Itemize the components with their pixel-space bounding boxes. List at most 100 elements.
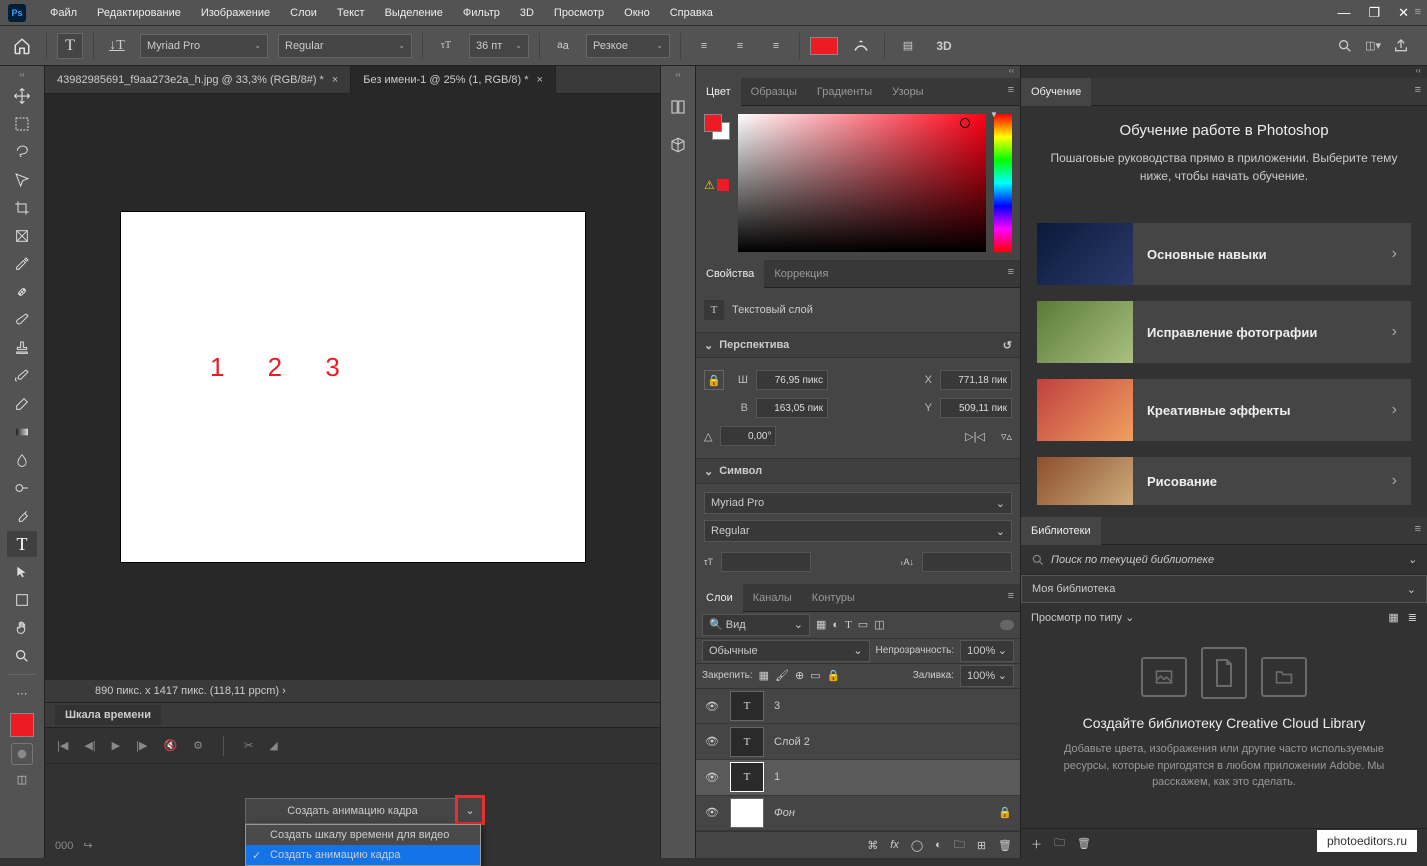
canvas-viewport[interactable]: 1 2 3: [45, 94, 660, 680]
y-input[interactable]: [940, 398, 1012, 418]
list-view-icon[interactable]: ≣: [1408, 612, 1417, 624]
panel-menu-icon[interactable]: ≡: [1415, 84, 1421, 96]
height-input[interactable]: [756, 398, 828, 418]
learn-card[interactable]: Рисование›: [1037, 457, 1411, 505]
lock-all-icon[interactable]: 🔒: [827, 669, 841, 682]
panel-menu-icon[interactable]: ≡: [1008, 590, 1014, 602]
timeline-next-frame-icon[interactable]: |▶: [136, 739, 147, 752]
char-panel-icon[interactable]: ▤: [895, 33, 921, 59]
library-search[interactable]: Поиск по текущей библиотеке ⌄: [1021, 545, 1427, 575]
workspace-switcher-icon[interactable]: ◫▾: [1365, 39, 1381, 52]
layer-row[interactable]: 👁Фон🔒: [696, 796, 1020, 832]
path-select-tool[interactable]: [7, 559, 37, 585]
menu-3d[interactable]: 3D: [510, 0, 544, 26]
quick-mask-icon[interactable]: [11, 743, 33, 765]
tab-libraries[interactable]: Библиотеки: [1021, 517, 1101, 545]
fill-input[interactable]: 100%⌄: [960, 665, 1014, 687]
menu-select[interactable]: Выделение: [375, 0, 453, 26]
tab-swatches[interactable]: Образцы: [741, 78, 807, 106]
character-accordion[interactable]: ⌄Символ: [696, 458, 1020, 484]
search-icon[interactable]: [1337, 38, 1353, 54]
char-leading-input[interactable]: [922, 552, 1012, 572]
new-layer-icon[interactable]: ⊞: [977, 839, 986, 852]
tab-patterns[interactable]: Узоры: [882, 78, 933, 106]
blend-mode-dropdown[interactable]: Обычные⌄: [702, 640, 870, 662]
quick-select-tool[interactable]: [7, 167, 37, 193]
timeline-convert-icon[interactable]: ↪: [83, 839, 92, 852]
text-color-swatch[interactable]: [810, 37, 838, 55]
create-timeline-button[interactable]: Создать анимацию кадра ⌄: [245, 798, 460, 824]
panel-icon-3d[interactable]: [665, 132, 691, 158]
font-family-dropdown[interactable]: Myriad Pro⌄: [140, 34, 268, 58]
layer-style-icon[interactable]: fx: [890, 839, 899, 851]
window-close-icon[interactable]: ✕: [1398, 5, 1409, 21]
tab-gradients[interactable]: Градиенты: [807, 78, 882, 106]
font-size-dropdown[interactable]: 36 пт⌄: [469, 34, 529, 58]
angle-input[interactable]: [720, 426, 776, 446]
timeline-play-icon[interactable]: ▶: [112, 739, 120, 752]
panel-menu-icon[interactable]: ≡: [1415, 6, 1421, 18]
visibility-icon[interactable]: 👁: [704, 700, 720, 713]
marquee-tool[interactable]: [7, 111, 37, 137]
width-input[interactable]: [756, 370, 828, 390]
menu-edit[interactable]: Редактирование: [87, 0, 191, 26]
timeline-settings-icon[interactable]: ⚙: [193, 739, 203, 752]
chevron-down-icon[interactable]: ⌄: [1125, 612, 1134, 624]
libraries-sync-icon[interactable]: 🗀: [1054, 834, 1065, 853]
canvas[interactable]: 1 2 3: [121, 212, 585, 562]
brush-tool[interactable]: [7, 307, 37, 333]
history-brush-tool[interactable]: [7, 363, 37, 389]
expand-strip-icon[interactable]: ‹‹: [661, 70, 695, 82]
toolbox-expand-icon[interactable]: ››: [0, 70, 44, 82]
learn-card[interactable]: Креативные эффекты›: [1037, 379, 1411, 441]
library-dropdown[interactable]: Моя библиотека⌄: [1021, 575, 1427, 603]
learn-card[interactable]: Исправление фотографии›: [1037, 301, 1411, 363]
timeline-audio-icon[interactable]: 🔇: [163, 739, 177, 752]
reset-icon[interactable]: ↺: [1003, 339, 1012, 352]
panel-menu-icon[interactable]: ≡: [1415, 523, 1421, 535]
gradient-tool[interactable]: [7, 419, 37, 445]
warp-text-icon[interactable]: [848, 33, 874, 59]
filter-toggle[interactable]: [1000, 620, 1014, 630]
filter-type-icon[interactable]: T: [845, 619, 852, 631]
delete-layer-icon[interactable]: 🗑: [998, 839, 1012, 852]
menu-image[interactable]: Изображение: [191, 0, 280, 26]
panel-menu-icon[interactable]: ≡: [1008, 266, 1014, 278]
shape-tool[interactable]: [7, 587, 37, 613]
tab-adjustments[interactable]: Коррекция: [764, 260, 838, 288]
home-icon[interactable]: [8, 32, 36, 60]
move-tool[interactable]: [7, 83, 37, 109]
timeline-first-frame-icon[interactable]: |◀: [57, 739, 68, 752]
layer-row[interactable]: 👁TСлой 2: [696, 724, 1020, 760]
blur-tool[interactable]: [7, 447, 37, 473]
align-left-icon[interactable]: ≡: [691, 33, 717, 59]
add-to-library-icon[interactable]: ＋: [1031, 836, 1042, 852]
tab-paths[interactable]: Контуры: [802, 584, 865, 612]
link-layers-icon[interactable]: ⌘: [867, 839, 878, 852]
menu-filter[interactable]: Фильтр: [453, 0, 510, 26]
filter-smart-icon[interactable]: ◫: [874, 618, 884, 631]
menu-window[interactable]: Окно: [614, 0, 660, 26]
document-tab[interactable]: 43982985691_f9aa273e2a_h.jpg @ 33,3% (RG…: [45, 66, 351, 94]
timeline-split-icon[interactable]: ✂: [244, 739, 253, 752]
timeline-tab[interactable]: Шкала времени: [55, 705, 161, 725]
tab-color[interactable]: Цвет: [696, 78, 741, 106]
close-tab-icon[interactable]: ×: [332, 74, 338, 86]
filter-adjust-icon[interactable]: ◐: [832, 619, 839, 631]
collapse-panels-icon[interactable]: ‹‹: [696, 66, 1020, 78]
adjustment-layer-icon[interactable]: ◐: [935, 839, 942, 851]
lock-paint-icon[interactable]: 🖌: [775, 669, 789, 682]
dodge-tool[interactable]: [7, 475, 37, 501]
filter-shape-icon[interactable]: ▭: [858, 618, 868, 631]
document-tab[interactable]: Без имени-1 @ 25% (1, RGB/8) *×: [351, 66, 556, 94]
layer-mask-icon[interactable]: ◯: [911, 839, 923, 852]
opacity-input[interactable]: 100%⌄: [960, 640, 1014, 662]
x-input[interactable]: [940, 370, 1012, 390]
type-tool[interactable]: T: [7, 531, 37, 557]
visibility-icon[interactable]: 👁: [704, 806, 720, 819]
timeline-prev-frame-icon[interactable]: ◀|: [84, 739, 95, 752]
timeline-menu-item-video[interactable]: Создать шкалу времени для видео: [246, 825, 480, 845]
char-style-dropdown[interactable]: Regular⌄: [704, 520, 1012, 542]
tab-properties[interactable]: Свойства: [696, 260, 764, 288]
flip-v-icon[interactable]: ▿▵: [1001, 430, 1012, 443]
